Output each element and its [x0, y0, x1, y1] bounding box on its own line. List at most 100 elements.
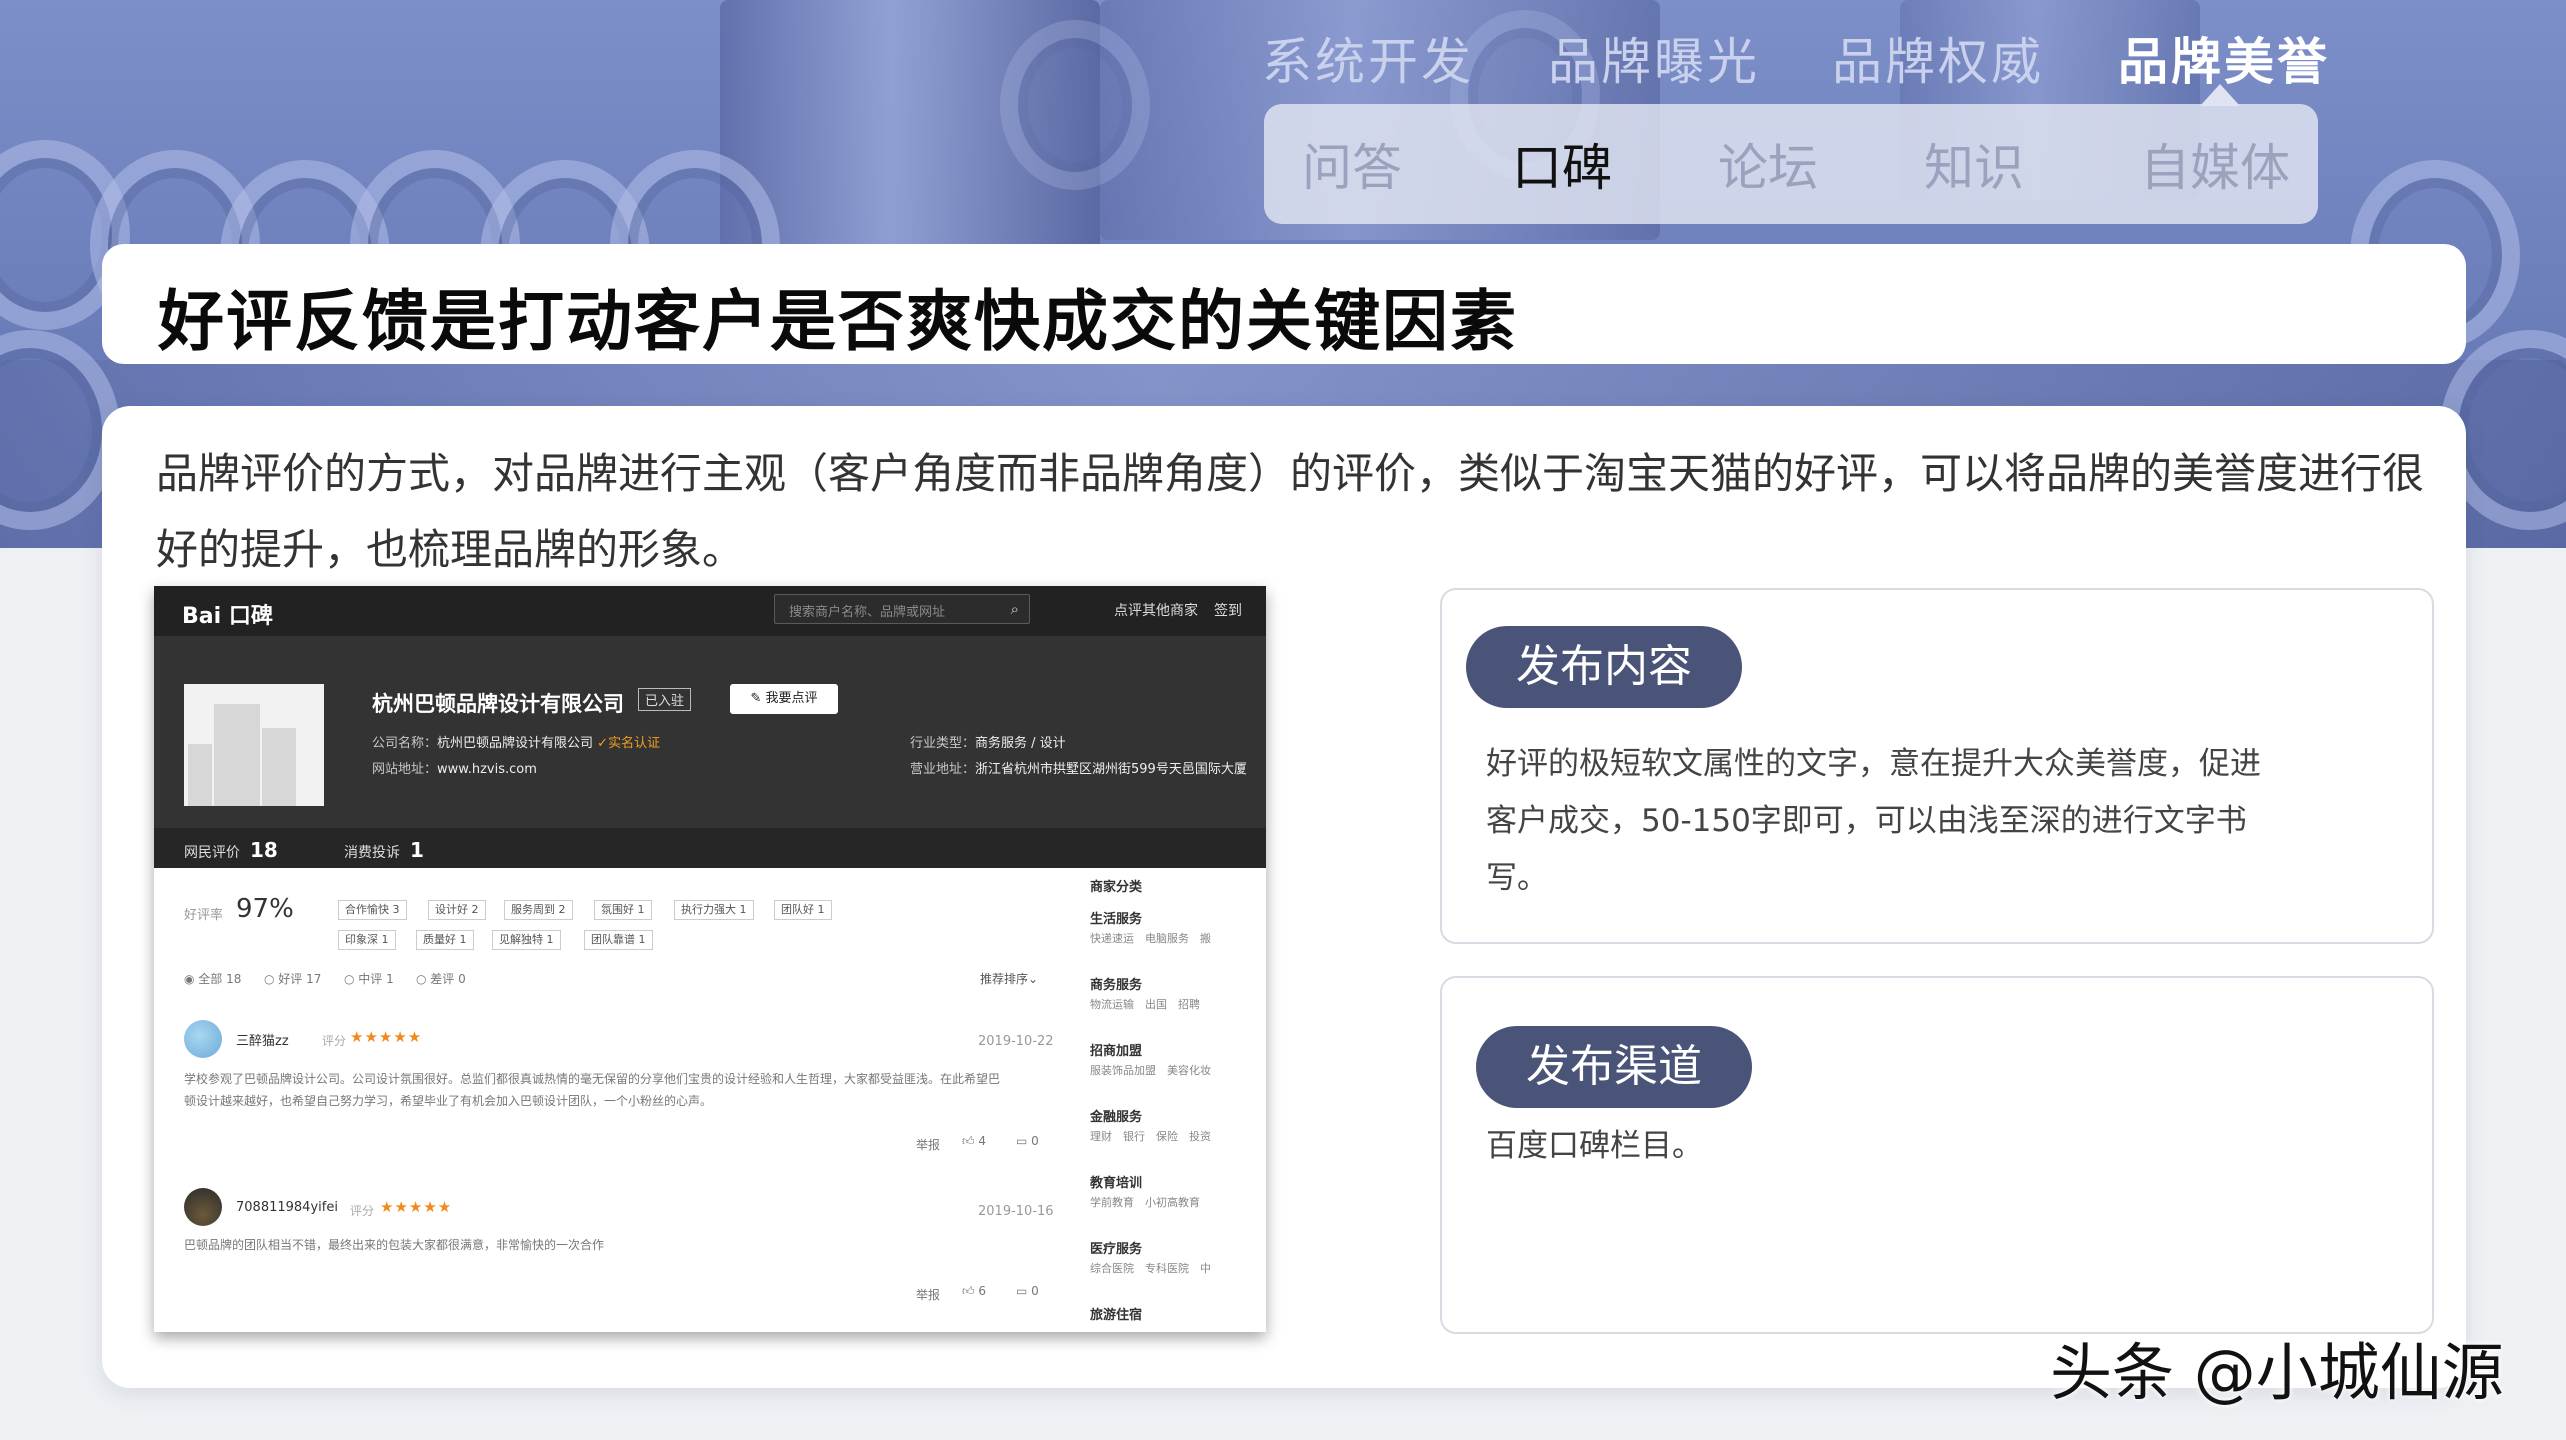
score-label: 评分 — [350, 1204, 375, 1218]
koubei-checkin-link[interactable]: 签到 — [1214, 600, 1242, 620]
subnav-qa[interactable]: 问答 — [1302, 128, 1402, 200]
report-link[interactable]: 举报 — [916, 1286, 940, 1303]
review-tag[interactable]: 执行力强大 1 — [674, 900, 754, 920]
like-button[interactable]: 👍︎ 6 — [962, 1284, 986, 1299]
publish-content-text: 好评的极短软文属性的文字，意在提升大众美誉度，促进客户成交，50-150字即可，… — [1486, 746, 2261, 896]
filter-bad[interactable]: ○ 差评 0 — [416, 970, 466, 987]
thumbs-up-icon: 👍︎ — [962, 1284, 979, 1298]
like-button[interactable]: 👍︎ 4 — [962, 1134, 986, 1149]
nav-brand-exposure[interactable]: 品牌曝光 — [1548, 22, 1760, 94]
rating-stars: ★★★★★ — [380, 1198, 453, 1216]
comment-count: 0 — [1031, 1284, 1039, 1298]
industry-label: 行业类型： — [910, 736, 976, 751]
review-tag[interactable]: 见解独特 1 — [492, 930, 561, 950]
stat-reviews-count: 18 — [250, 838, 278, 862]
write-review-label: 我要点评 — [765, 691, 818, 706]
subnav-self-media[interactable]: 自媒体 — [2140, 128, 2290, 200]
avatar[interactable] — [184, 1188, 222, 1226]
review-tag[interactable]: 团队好 1 — [774, 900, 832, 920]
koubei-reviews-area: 好评率 97% 合作愉快 3 设计好 2 服务周到 2 氛围好 1 执行力强大 … — [154, 868, 1074, 1332]
koubei-screenshot: Bai 口碑 搜索商户名称、品牌或网址 ⌕ 点评其他商家 签到 杭州巴顿品牌设计… — [154, 586, 1266, 1332]
building-icon — [214, 704, 260, 806]
nav-system-development[interactable]: 系统开发 — [1262, 22, 1474, 94]
industry-value: 商务服务 / 设计 — [975, 736, 1066, 751]
category-sub[interactable]: 快递速运 电脑服务 搬 — [1090, 930, 1211, 946]
building-icon — [262, 728, 296, 806]
review-tag[interactable]: 合作愉快 3 — [338, 900, 407, 920]
industry-row: 行业类型：商务服务 / 设计 — [910, 732, 1066, 751]
like-count: 4 — [978, 1134, 986, 1148]
intro-text: 品牌评价的方式，对品牌进行主观（客户角度而非品牌角度）的评价，类似于淘宝天猫的好… — [156, 449, 2425, 574]
stat-complaints-count: 1 — [410, 838, 424, 862]
comment-icon: ▭ — [1016, 1134, 1032, 1148]
stat-reviews[interactable]: 网民评价 18 — [184, 838, 278, 862]
filter-good-label: 好评 17 — [278, 972, 322, 986]
sort-dropdown[interactable]: 推荐排序⌄ — [980, 970, 1038, 987]
building-icon — [188, 744, 212, 806]
review-tag[interactable]: 氛围好 1 — [594, 900, 652, 920]
reviewer-name[interactable]: 708811984yifei — [236, 1200, 338, 1215]
category-sub[interactable]: 学前教育 小初高教育 — [1090, 1194, 1200, 1210]
filter-neutral[interactable]: ○ 中评 1 — [344, 970, 394, 987]
review-date: 2019-10-16 — [978, 1204, 1054, 1219]
reviewer-name[interactable]: 三醉猫zz — [236, 1030, 289, 1049]
category-sub[interactable]: 物流运输 出国 招聘 — [1090, 996, 1200, 1012]
category-item[interactable]: 医疗服务 — [1090, 1238, 1142, 1257]
page-title: 好评反馈是打动客户是否爽快成交的关键因素 — [158, 283, 1518, 360]
slide: 系统开发 品牌曝光 品牌权威 品牌美誉 问答 口碑 论坛 知识 自媒体 好评反馈… — [0, 0, 2566, 1440]
search-icon[interactable]: ⌕ — [1011, 600, 1019, 618]
review-tag[interactable]: 服务周到 2 — [504, 900, 573, 920]
company-label: 公司名称： — [372, 736, 438, 751]
active-nav-caret-icon — [2200, 84, 2240, 106]
review-tag[interactable]: 团队靠谱 1 — [584, 930, 653, 950]
publish-channel-text: 百度口碑栏目。 — [1486, 1128, 1703, 1164]
good-rate-value: 97% — [236, 894, 294, 924]
subnav-knowledge[interactable]: 知识 — [1924, 128, 2024, 200]
koubei-logo: Bai 口碑 — [182, 604, 273, 629]
score-label: 评分 — [322, 1034, 347, 1048]
koubei-review-others-link[interactable]: 点评其他商家 — [1114, 600, 1198, 620]
company-value: 杭州巴顿品牌设计有限公司 — [437, 736, 594, 751]
subnav-forum[interactable]: 论坛 — [1718, 128, 1818, 200]
joined-badge: 已入驻 — [638, 688, 692, 711]
category-item[interactable]: 招商加盟 — [1090, 1040, 1142, 1059]
category-item[interactable]: 旅游住宿 — [1090, 1304, 1142, 1323]
company-name: 杭州巴顿品牌设计有限公司 — [372, 692, 624, 716]
website-row: 网站地址：www.hzvis.com — [372, 758, 537, 777]
category-item[interactable]: 商务服务 — [1090, 974, 1142, 993]
stat-complaints-label: 消费投诉 — [344, 845, 400, 861]
review-tag[interactable]: 质量好 1 — [416, 930, 474, 950]
filter-all[interactable]: ◉ 全部 18 — [184, 970, 241, 987]
category-item[interactable]: 金融服务 — [1090, 1106, 1142, 1125]
comment-count: 0 — [1031, 1134, 1039, 1148]
avatar[interactable] — [184, 1020, 222, 1058]
company-building-image — [184, 684, 324, 806]
report-link[interactable]: 举报 — [916, 1136, 940, 1153]
category-item[interactable]: 生活服务 — [1090, 908, 1142, 927]
category-sub[interactable]: 理财 银行 保险 投资 — [1090, 1128, 1211, 1144]
watermark: 头条 @小城仙源 — [2050, 1336, 2504, 1409]
comment-button[interactable]: ▭ 0 — [1016, 1134, 1039, 1148]
verified-badge: ✓实名认证 — [597, 736, 661, 751]
address-value: 浙江省杭州市拱墅区湖州街599号天邑国际大厦 — [975, 762, 1247, 777]
nav-brand-authority[interactable]: 品牌权威 — [1832, 22, 2044, 94]
filter-bad-label: 差评 0 — [430, 972, 466, 986]
stat-complaints[interactable]: 消费投诉 1 — [344, 838, 424, 862]
thumbs-up-icon: 👍︎ — [962, 1134, 979, 1148]
review-tag[interactable]: 设计好 2 — [428, 900, 486, 920]
koubei-search-box[interactable]: 搜索商户名称、品牌或网址 ⌕ — [774, 594, 1030, 624]
category-item[interactable]: 教育培训 — [1090, 1172, 1142, 1191]
review-text: 巴顿品牌的团队相当不错，最终出来的包装大家都很满意，非常愉快的一次合作 — [184, 1238, 605, 1252]
review-tag[interactable]: 印象深 1 — [338, 930, 396, 950]
review-text: 学校参观了巴顿品牌设计公司。公司设计氛围很好。总监们都很真诚热情的毫无保留的分享… — [184, 1072, 1001, 1108]
koubei-stats-bar: 网民评价 18 消费投诉 1 — [154, 828, 1266, 868]
website-link[interactable]: www.hzvis.com — [437, 762, 537, 777]
write-review-button[interactable]: ✎ 我要点评 — [730, 684, 838, 714]
comment-button[interactable]: ▭ 0 — [1016, 1284, 1039, 1298]
rating-stars: ★★★★★ — [350, 1028, 423, 1046]
category-sub[interactable]: 服装饰品加盟 美容化妆 — [1090, 1062, 1211, 1078]
publish-content-title: 发布内容 — [1466, 626, 1742, 708]
category-sub[interactable]: 综合医院 专科医院 中 — [1090, 1260, 1211, 1276]
filter-good[interactable]: ○ 好评 17 — [264, 970, 321, 987]
subnav-word-of-mouth[interactable]: 口碑 — [1512, 128, 1612, 200]
